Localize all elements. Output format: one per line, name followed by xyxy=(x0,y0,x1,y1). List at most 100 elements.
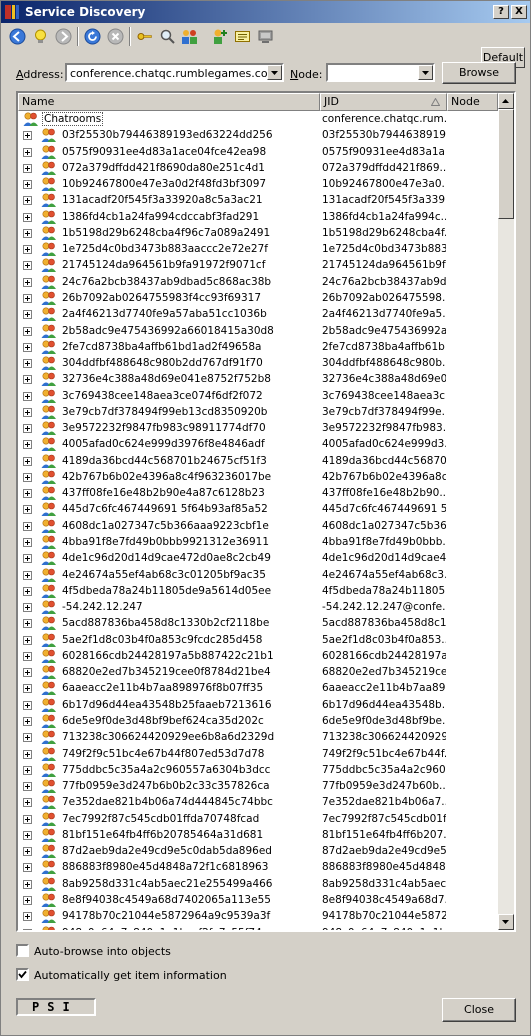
list-item[interactable]: 131acadf20f545f3a33920a8c5a3ac21 131acadf… xyxy=(18,192,498,208)
expand-plus-icon[interactable] xyxy=(23,700,32,710)
forward-icon[interactable] xyxy=(55,28,72,45)
column-header-name[interactable]: Name xyxy=(18,93,320,111)
vcard-icon[interactable] xyxy=(234,28,251,45)
node-combobox[interactable] xyxy=(326,63,435,82)
list-item[interactable]: 87d2aeb9da2e49cd9e5c0dab5da896ed 87d2aeb9… xyxy=(18,843,498,859)
list-item[interactable]: 1b5198d29b6248cba4f96c7a089a2491 1b5198d2… xyxy=(18,225,498,241)
expand-plus-icon[interactable] xyxy=(23,782,32,792)
list-item[interactable]: 886883f8980e45d4848a72f1c6818963 886883f8… xyxy=(18,859,498,875)
address-dropdown-button[interactable] xyxy=(267,65,282,80)
list-item[interactable]: 81bf151e64fb4ff6b20785464a31d681 81bf151e… xyxy=(18,827,498,843)
list-item[interactable]: 68820e2ed7b345219cee0f8784d21be4 68820e2e… xyxy=(18,664,498,680)
list-item[interactable]: 8e8f94038c4549a68d7402065a113e55 8e8f9403… xyxy=(18,892,498,908)
expand-plus-icon[interactable] xyxy=(23,635,32,645)
expand-plus-icon[interactable] xyxy=(23,603,32,613)
list-item[interactable]: 6de5e9f0de3d48bf9bef624ca35d202c 6de5e9f0… xyxy=(18,713,498,729)
expand-plus-icon[interactable] xyxy=(23,863,32,873)
add-contact-icon[interactable] xyxy=(211,28,228,45)
expand-plus-icon[interactable] xyxy=(23,619,32,629)
list-item[interactable]: 5ae2f1d8c03b4f0a853c9fcdc285d458 5ae2f1d8… xyxy=(18,632,498,648)
list-item[interactable]: 4bba91f8e7fd49b0bbb9921312e36911 4bba91f8… xyxy=(18,534,498,550)
list-item[interactable]: 26b7092ab0264755983f4cc93f69317 26b7092ab… xyxy=(18,290,498,306)
list-item[interactable]: 6b17d96d44ea43548b25faaeb7213616 6b17d96d… xyxy=(18,697,498,713)
list-item[interactable]: 6028166cdb24428197a5b887422c21b1 6028166c… xyxy=(18,648,498,664)
expand-plus-icon[interactable] xyxy=(23,928,32,930)
list-item[interactable]: 3e79cb7df378494f99eb13cd8350920b 3e79cb7d… xyxy=(18,404,498,420)
expand-plus-icon[interactable] xyxy=(23,716,32,726)
scroll-up-button[interactable] xyxy=(498,93,514,109)
list-item[interactable]: 6aaeacc2e11b4b7aa898976f8b07ff35 6aaeacc2… xyxy=(18,680,498,696)
list-item[interactable]: 445d7c6fc467449691 5f64b93af85a52 445d7c6… xyxy=(18,501,498,517)
lightbulb-icon[interactable] xyxy=(32,28,49,45)
list-item[interactable]: 3e9572232f9847fb983c98911774df70 3e957223… xyxy=(18,420,498,436)
expand-plus-icon[interactable] xyxy=(23,538,32,548)
expand-plus-icon[interactable] xyxy=(23,391,32,401)
discovery-list[interactable]: Name JID Node Chatrooms conference.chatqc… xyxy=(16,91,516,932)
expand-plus-icon[interactable] xyxy=(23,554,32,564)
list-item[interactable]: 4005afad0c624e999d3976f8e4846adf 4005afad… xyxy=(18,436,498,452)
expand-plus-icon[interactable] xyxy=(23,830,32,840)
list-item[interactable]: 03f25530b79446389193ed63224dd256 03f25530… xyxy=(18,127,498,143)
column-header-jid[interactable]: JID xyxy=(320,93,447,111)
close-button[interactable]: Close xyxy=(442,998,516,1022)
expand-plus-icon[interactable] xyxy=(23,879,32,889)
list-item[interactable]: 4608dc1a027347c5b366aaa9223cbf1e 4608dc1a… xyxy=(18,518,498,534)
back-icon[interactable] xyxy=(9,28,26,45)
list-item[interactable]: 10b92467800e47e3a0d2f48fd3bf3097 10b92467… xyxy=(18,176,498,192)
expand-plus-icon[interactable] xyxy=(23,359,32,369)
expand-plus-icon[interactable] xyxy=(23,912,32,922)
expand-plus-icon[interactable] xyxy=(23,847,32,857)
expand-plus-icon[interactable] xyxy=(23,733,32,743)
list-item[interactable]: 072a379dffdd421f8690da80e251c4d1 072a379d… xyxy=(18,160,498,176)
expand-plus-icon[interactable] xyxy=(23,163,32,173)
list-item[interactable]: 42b767b6b02e4396a8c4f963236017be 42b767b6… xyxy=(18,469,498,485)
stop-icon[interactable] xyxy=(107,28,124,45)
expand-plus-icon[interactable] xyxy=(23,456,32,466)
address-combobox[interactable]: conference.chatqc.rumblegames.com xyxy=(65,63,284,82)
refresh-icon[interactable] xyxy=(84,28,101,45)
key-icon[interactable] xyxy=(136,28,153,45)
list-item[interactable]: 304ddfbf488648c980b2dd767df91f70 304ddfbf… xyxy=(18,355,498,371)
list-item[interactable]: 24c76a2bcb38437ab9dbad5c868ac38b 24c76a2b… xyxy=(18,274,498,290)
browse-icon[interactable] xyxy=(159,28,176,45)
expand-plus-icon[interactable] xyxy=(23,228,32,238)
list-item[interactable]: 7e352dae821b4b06a74d444845c74bbc 7e352dae… xyxy=(18,794,498,810)
list-item[interactable]: 21745124da964561b9fa91972f9071cf 21745124… xyxy=(18,257,498,273)
expand-plus-icon[interactable] xyxy=(23,570,32,580)
list-item[interactable]: 3c769438cee148aea3ce074f6df2f072 3c769438… xyxy=(18,388,498,404)
column-header-node[interactable]: Node xyxy=(447,93,498,111)
expand-plus-icon[interactable] xyxy=(23,684,32,694)
list-item[interactable]: 94178b70c21044e5872964a9c9539a3f 94178b70… xyxy=(18,908,498,924)
title-bar[interactable]: Service Discovery ? X xyxy=(1,1,530,23)
expand-plus-icon[interactable] xyxy=(23,440,32,450)
list-item[interactable]: 77fb0959e3d247b6b0b2c33c357826ca 77fb0959… xyxy=(18,778,498,794)
list-item[interactable]: 32736e4c388a48d69e041e8752f752b8 32736e4c… xyxy=(18,371,498,387)
expand-plus-icon[interactable] xyxy=(23,212,32,222)
list-item[interactable]: 948c0a64a7c840e1a1becf2fa7c55f74 948c0a64… xyxy=(18,925,498,930)
expand-plus-icon[interactable] xyxy=(23,261,32,271)
close-window-button[interactable]: X xyxy=(511,5,527,19)
expand-plus-icon[interactable] xyxy=(23,505,32,515)
list-item[interactable]: 437ff08fe16e48b2b90e4a87c6128b23 437ff08f… xyxy=(18,485,498,501)
expand-plus-icon[interactable] xyxy=(23,765,32,775)
expand-plus-icon[interactable] xyxy=(23,147,32,157)
help-button[interactable]: ? xyxy=(493,5,509,19)
list-item[interactable]: 4de1c96d20d14d9cae472d0ae8c2cb49 4de1c96d… xyxy=(18,550,498,566)
scroll-down-button[interactable] xyxy=(498,914,514,930)
roster-icon[interactable] xyxy=(181,28,198,45)
list-item[interactable]: 749f2f9c51bc4e67b44f807ed53d7d78 749f2f9c… xyxy=(18,746,498,762)
list-item[interactable]: 0575f90931ee4d83a1ace04fce42ea98 0575f909… xyxy=(18,144,498,160)
expand-plus-icon[interactable] xyxy=(23,521,32,531)
expand-plus-icon[interactable] xyxy=(23,277,32,287)
expand-plus-icon[interactable] xyxy=(23,668,32,678)
list-item[interactable]: 2b58adc9e475436992a66018415a30d8 2b58adc9… xyxy=(18,323,498,339)
auto-browse-checkbox[interactable] xyxy=(16,944,29,957)
expand-plus-icon[interactable] xyxy=(23,489,32,499)
expand-plus-icon[interactable] xyxy=(23,293,32,303)
expand-plus-icon[interactable] xyxy=(23,586,32,596)
scroll-thumb[interactable] xyxy=(498,109,514,219)
list-item[interactable]: 5acd887836ba458d8c1330b2cf2118be 5acd8878… xyxy=(18,615,498,631)
expand-plus-icon[interactable] xyxy=(23,326,32,336)
expand-plus-icon[interactable] xyxy=(23,749,32,759)
expand-plus-icon[interactable] xyxy=(23,310,32,320)
